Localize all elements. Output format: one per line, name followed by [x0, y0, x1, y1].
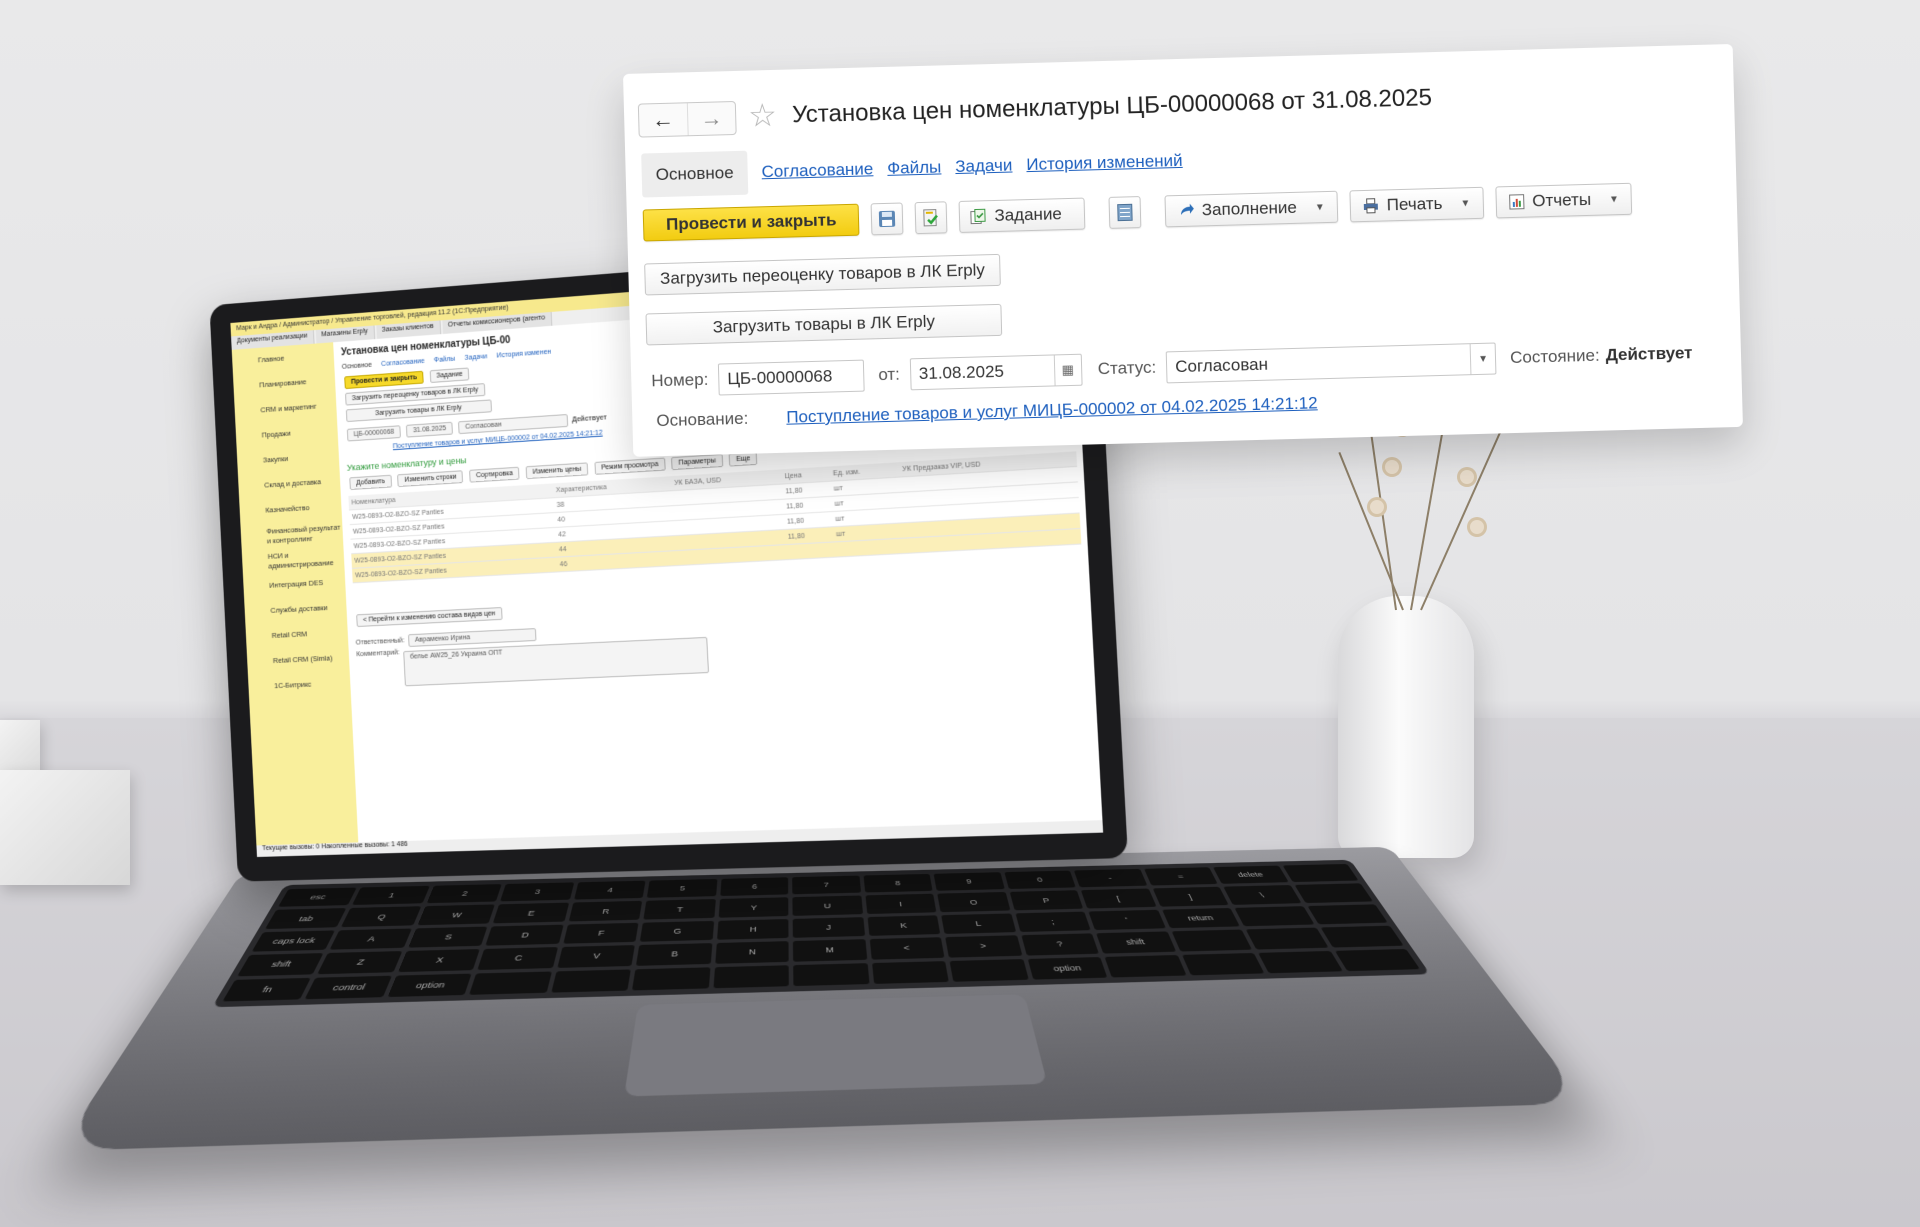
state-label: Состояние: — [1509, 345, 1600, 368]
task-button[interactable]: Задание — [959, 197, 1086, 233]
status-value: Согласован — [1174, 354, 1269, 377]
tab-files[interactable]: Файлы — [887, 157, 942, 178]
trackpad — [624, 994, 1048, 1097]
post-document-icon — [923, 209, 939, 227]
number-field[interactable]: ЦБ-00000068 — [717, 359, 865, 396]
number-value: ЦБ-00000068 — [727, 366, 833, 389]
number-field-mini[interactable]: ЦБ-00000068 — [346, 425, 402, 442]
floppy-disk-icon — [879, 210, 896, 228]
tab-tasks-mini[interactable]: Задачи — [465, 353, 488, 362]
view-mode-button-mini[interactable]: Режим просмотра — [594, 457, 666, 475]
chevron-down-icon: ▼ — [1314, 201, 1325, 213]
tab-history[interactable]: История изменений — [1026, 151, 1183, 175]
tab-history-mini[interactable]: История изменен — [497, 349, 552, 360]
reports-label: Отчеты — [1532, 189, 1592, 211]
post-and-close-button[interactable]: Провести и закрыть — [642, 203, 860, 242]
number-date-status-row: Номер: ЦБ-00000068 от: 31.08.2025 ▦ Стат… — [651, 337, 1693, 397]
go-to-price-kinds-button-mini[interactable]: < Перейти к изменению состава видов цен — [356, 607, 503, 628]
responsible-label-mini: Ответственный: — [355, 637, 405, 647]
upload-goods-button[interactable]: Загрузить товары в ЛК Erply — [645, 303, 1003, 346]
chevron-down-icon: ▼ — [1608, 193, 1620, 205]
state-value-mini: Действует — [571, 414, 607, 424]
navigation-buttons: ← → — [637, 100, 737, 138]
status-label: Статус: — [1097, 357, 1157, 379]
tab-main-mini[interactable]: Основное — [342, 362, 372, 371]
favorite-star-icon[interactable]: ☆ — [748, 96, 778, 135]
tab-approval[interactable]: Согласование — [761, 159, 873, 182]
date-field[interactable]: 31.08.2025 ▦ — [909, 353, 1083, 391]
add-button-mini[interactable]: Добавить — [349, 474, 393, 491]
calendar-icon[interactable]: ▦ — [1053, 354, 1082, 386]
basis-label: Основание: — [656, 408, 749, 431]
save-button[interactable] — [871, 202, 904, 236]
fill-arrow-icon — [1180, 203, 1194, 215]
task-icon — [970, 208, 987, 225]
print-dropdown-button[interactable]: Печать ▼ — [1349, 186, 1484, 223]
keyboard: esc 1 2 3 4 5 6 7 8 9 0- = delete tab Q W E R T Y U I O P[] \ c… — [211, 859, 1431, 1008]
date-field-mini[interactable]: 31.08.2025 — [406, 421, 454, 438]
tab-files-mini[interactable]: Файлы — [434, 356, 455, 364]
number-label: Номер: — [651, 369, 709, 391]
tab-approval-mini[interactable]: Согласование — [381, 358, 425, 368]
vase — [1338, 596, 1474, 858]
laptop-base: esc 1 2 3 4 5 6 7 8 9 0- = delete tab Q W E R T Y U I O P[] \ c… — [58, 846, 1586, 1151]
edit-rows-button-mini[interactable]: Изменить строки — [397, 470, 464, 488]
post-button[interactable] — [915, 201, 948, 235]
basis-link[interactable]: Поступление товаров и услуг МИЦБ-000002 … — [786, 393, 1318, 427]
chevron-down-icon: ▼ — [1460, 197, 1471, 209]
date-label: от: — [878, 364, 901, 385]
task-label: Задание — [994, 204, 1063, 226]
fill-label: Заполнение — [1201, 197, 1298, 220]
decor-cube-bottom — [0, 770, 130, 885]
form-tabs: Основное Согласование Файлы Задачи Истор… — [641, 139, 1183, 198]
forward-arrow-icon[interactable]: → — [686, 101, 736, 136]
page-title: Установка цен номенклатуры ЦБ-00000068 о… — [791, 84, 1433, 129]
printer-icon — [1363, 198, 1378, 214]
task-button-mini[interactable]: Задание — [429, 367, 470, 384]
fill-dropdown-button[interactable]: Заполнение ▼ — [1164, 190, 1339, 228]
params-button-mini[interactable]: Параметры — [671, 453, 723, 471]
sort-button-mini[interactable]: Сортировка — [469, 466, 520, 483]
document-header-panel: ← → ☆ Установка цен номенклатуры ЦБ-0000… — [623, 43, 1743, 457]
report-icon — [1508, 194, 1525, 210]
status-select[interactable]: Согласован ▼ — [1165, 342, 1497, 384]
print-label: Печать — [1386, 193, 1443, 215]
upload-revaluation-button[interactable]: Загрузить переоценку товаров в ЛК Erply — [644, 253, 1001, 296]
comment-label-mini: Комментарий: — [356, 649, 400, 659]
list-icon — [1117, 203, 1133, 222]
tab-tasks[interactable]: Задачи — [955, 156, 1013, 178]
status-field-mini[interactable]: Согласован — [458, 413, 569, 435]
date-value: 31.08.2025 — [918, 361, 1005, 384]
reports-dropdown-button[interactable]: Отчеты ▼ — [1494, 182, 1633, 219]
table-settings-button[interactable] — [1108, 196, 1142, 229]
sidebar-item[interactable]: 1С-Битрикс — [248, 670, 351, 700]
chevron-down-icon[interactable]: ▼ — [1469, 343, 1496, 375]
tab-main[interactable]: Основное — [641, 150, 749, 198]
back-arrow-icon[interactable]: ← — [639, 103, 687, 136]
state-value: Действует — [1605, 343, 1693, 365]
change-prices-button-mini[interactable]: Изменить цены — [525, 462, 589, 480]
basis-row: Основание: Поступление товаров и услуг М… — [656, 393, 1318, 431]
